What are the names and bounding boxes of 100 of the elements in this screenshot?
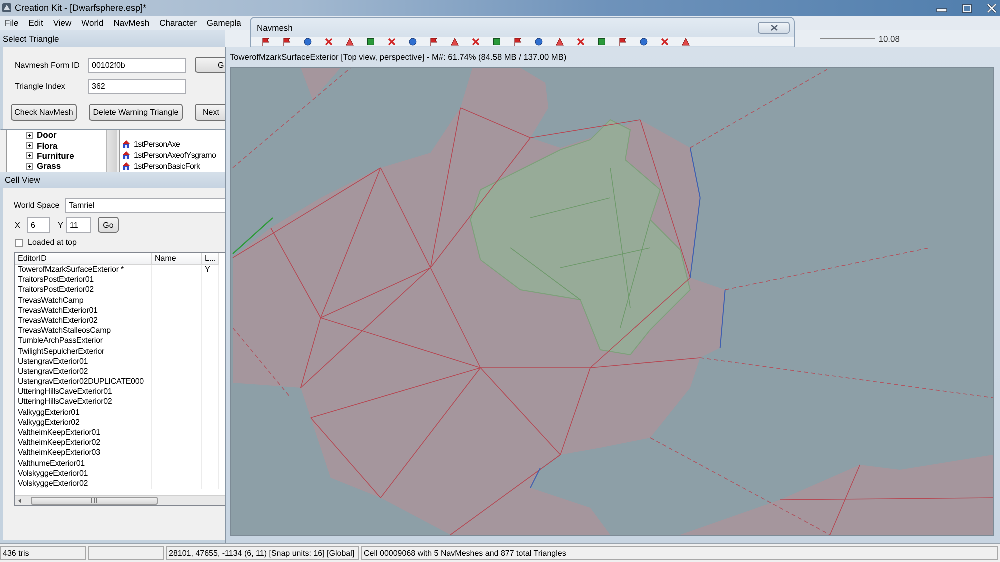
circle-icon[interactable]: [409, 38, 417, 46]
menu-item[interactable]: Gamepla: [206, 18, 242, 28]
list-item[interactable]: 1stPersonBasicFork: [134, 162, 200, 171]
table-cell: UstengravExterior02: [15, 366, 152, 378]
y-field[interactable]: 11: [66, 217, 91, 233]
cross-icon[interactable]: [472, 38, 480, 46]
table-cell: ValtheimKeepExterior03: [15, 448, 152, 459]
table-cell: TraitorsPostExterior02: [15, 285, 152, 296]
field-label: Navmesh Form ID: [15, 60, 81, 70]
render-window-title: TowerofMzarkSurfaceExterior [Top view, perspective] - M#: 61.74% (84.58 MB / 137.00 MB): [230, 52, 567, 62]
field-label: Y: [57, 220, 64, 230]
table-cell: UstengravExterior02DUPLICATE000: [15, 377, 152, 388]
flag-icon[interactable]: [283, 38, 291, 46]
square-icon[interactable]: [598, 38, 606, 46]
column-header[interactable]: Name: [152, 253, 202, 265]
close-button[interactable]: [758, 22, 790, 34]
vertical-scrollbar[interactable]: [106, 130, 117, 172]
app-icon: [2, 3, 12, 13]
cross-icon[interactable]: [661, 38, 669, 46]
triangle-icon[interactable]: [451, 38, 459, 46]
menu-item[interactable]: World: [82, 18, 104, 28]
left-arrow-icon[interactable]: [18, 498, 22, 504]
menu-item[interactable]: Character: [160, 18, 197, 28]
circle-icon[interactable]: [535, 38, 543, 46]
menu-item[interactable]: Edit: [28, 18, 44, 28]
cross-icon[interactable]: [577, 38, 585, 46]
action-button[interactable]: Delete Warning Triangle: [89, 104, 183, 121]
circle-icon[interactable]: [640, 38, 648, 46]
tree-item[interactable]: Flora: [37, 140, 58, 151]
square-icon[interactable]: [367, 38, 375, 46]
cursor-coordinates: 28101, 47655, -1134 (6, 11) [Snap units: 16] [Global]: [166, 546, 359, 560]
table-cell: TrevasWatchExterior01: [15, 306, 152, 316]
table-cell: ValthumeExterior01: [15, 458, 152, 469]
table-cell: Y: [202, 265, 219, 276]
table-cell: ValtheimKeepExterior01: [15, 428, 152, 438]
column-header[interactable]: L...: [202, 253, 219, 265]
expand-icon[interactable]: [26, 162, 33, 170]
expand-icon[interactable]: [26, 152, 33, 160]
go-button[interactable]: Go: [98, 217, 119, 233]
horizontal-scrollbar[interactable]: [15, 495, 225, 505]
checkbox-label: Loaded at top: [28, 238, 77, 247]
triangle-count: 436 tris: [0, 546, 86, 560]
menu-item[interactable]: File: [5, 18, 19, 28]
table-cell: TwilightSepulcherExterior: [15, 346, 152, 357]
table-cell: TraitorsPostExterior01: [15, 275, 152, 286]
table-cell: UtteringHillsCaveExterior01: [15, 387, 152, 398]
close-icon[interactable]: [986, 4, 998, 12]
action-button[interactable]: Check NavMesh: [11, 104, 77, 121]
window-title: Navmesh: [257, 22, 293, 32]
expand-icon[interactable]: [26, 132, 33, 139]
triangle-icon[interactable]: [346, 38, 354, 46]
close-icon: [770, 24, 778, 30]
triangle-icon[interactable]: [682, 38, 690, 46]
house-icon: [122, 151, 131, 160]
house-icon: [122, 140, 131, 149]
field-label: X: [14, 220, 22, 230]
cross-icon[interactable]: [388, 38, 396, 46]
table-cell: UstengravExterior01: [15, 356, 152, 367]
x-field[interactable]: 6: [27, 217, 50, 233]
world-space-field[interactable]: Tamriel: [65, 198, 225, 213]
list-item[interactable]: 1stPersonAxeofYsgramo: [134, 151, 216, 160]
cross-icon[interactable]: [325, 38, 333, 46]
triangle-index-field[interactable]: 362: [88, 78, 186, 94]
tree-item[interactable]: Door: [37, 130, 57, 140]
dialog-title: Select Triangle: [3, 34, 60, 44]
expand-icon[interactable]: [26, 142, 33, 150]
table-cell: TowerofMzarkSurfaceExterior *: [15, 265, 152, 276]
menu-item[interactable]: View: [53, 18, 72, 28]
toolbar-value: 10.08: [878, 34, 900, 44]
table-cell: ValkyggExterior01: [15, 408, 152, 418]
circle-icon[interactable]: [304, 38, 312, 46]
house-icon: [122, 162, 131, 171]
table-cell: VolskyggeExterior02: [15, 478, 152, 490]
go-button[interactable]: G: [195, 57, 225, 73]
table-cell: UtteringHillsCaveExterior02: [15, 397, 152, 408]
scrollbar-thumb[interactable]: [31, 496, 158, 504]
triangle-icon[interactable]: [556, 38, 564, 46]
square-icon[interactable]: [493, 38, 501, 46]
maximize-icon[interactable]: [961, 4, 973, 12]
table-cell: TrevasWatchStalleosCamp: [15, 326, 152, 336]
field-label: World Space: [14, 201, 61, 210]
checkbox[interactable]: [15, 238, 23, 246]
list-item[interactable]: 1stPersonAxe: [134, 140, 180, 149]
tree-item[interactable]: Furniture: [37, 150, 74, 161]
table-cell: ValtheimKeepExterior02: [15, 438, 152, 448]
flag-icon[interactable]: [430, 38, 438, 46]
flag-icon[interactable]: [619, 38, 627, 46]
table-cell: TrevasWatchExterior02: [15, 316, 152, 326]
column-header[interactable]: EditorID: [15, 253, 152, 265]
flag-icon[interactable]: [262, 38, 270, 46]
tree-item[interactable]: Grass: [37, 161, 62, 172]
form-id-field[interactable]: 00102f0b: [88, 58, 186, 72]
grip-icon: [91, 498, 98, 503]
table-cell: TrevasWatchCamp: [15, 296, 152, 306]
cell-info: Cell 00009068 with 5 NavMeshes and 877 total Triangles: [361, 546, 998, 560]
menu-item[interactable]: NavMesh: [114, 18, 150, 28]
flag-icon[interactable]: [514, 38, 522, 46]
table-cell: VolskyggeExterior01: [15, 468, 152, 479]
action-button[interactable]: Next: [195, 104, 225, 121]
table-cell: TumbleArchPassExterior: [15, 336, 152, 346]
